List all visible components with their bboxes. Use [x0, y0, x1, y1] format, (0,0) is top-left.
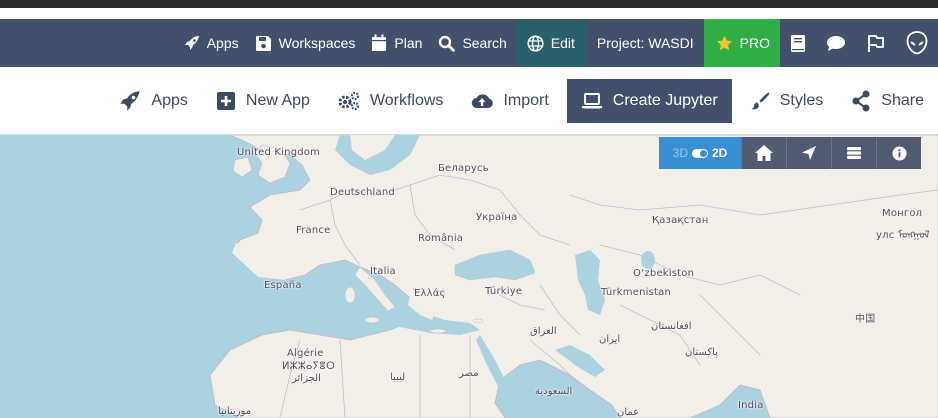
map-label-algeria: Algérie: [287, 348, 324, 359]
rocket-icon: [184, 36, 199, 50]
map-label-libya: ليبيا: [390, 372, 406, 383]
map-label-romania: România: [418, 233, 464, 244]
alien-avatar-icon: [906, 31, 928, 55]
map-label-mongolia: Монгол: [882, 208, 923, 219]
top-navbar: Apps Workspaces Plan Search Edit Project…: [0, 19, 938, 67]
toolbar-styles-button[interactable]: Styles: [736, 79, 838, 123]
map-label-mauritania: موريتانيا: [218, 406, 252, 417]
map-label-algeria-tifinagh: ⵍⵣⵣⴰⵢⴻⵔ: [282, 361, 336, 372]
globe-icon: [527, 34, 544, 52]
cloud-upload-icon: [472, 93, 494, 108]
laptop-icon: [581, 92, 602, 108]
map-label-italy: Italia: [370, 266, 396, 277]
toolbar-share-button[interactable]: Share: [837, 79, 938, 123]
map-label-mongolia-script: улс ᠮᠣᠩᠭᠣᠯ: [876, 230, 930, 241]
gears-icon: [338, 91, 360, 110]
toolbar-workflows-label: Workflows: [369, 91, 444, 109]
book-icon: [791, 34, 805, 52]
toolbar-apps-button[interactable]: Apps: [105, 79, 201, 123]
toolbar-import-label: Import: [503, 91, 549, 109]
map-view[interactable]: United Kingdom Deutschland Беларусь Fran…: [0, 135, 938, 418]
nav-workspaces-label: Workspaces: [278, 35, 356, 51]
nav-search-label: Search: [462, 35, 507, 51]
nav-user[interactable]: [896, 19, 938, 67]
map-label-pakistan: پاکستان: [685, 347, 718, 358]
search-icon: [439, 35, 456, 52]
plus-square-icon: [216, 91, 235, 110]
map-label-uk: United Kingdom: [237, 147, 321, 158]
map-label-ukraine: Україна: [476, 212, 518, 223]
toolbar-create-jupyter-button[interactable]: Create Jupyter: [566, 78, 732, 123]
save-icon: [255, 35, 271, 51]
map-layers-button[interactable]: [831, 137, 876, 169]
map-label-turkmenistan: Türkmenistan: [601, 287, 671, 298]
map-label-france: France: [296, 225, 331, 236]
share-icon: [852, 90, 870, 111]
nav-chat[interactable]: [816, 19, 856, 67]
map-2d-label: 2D: [712, 146, 728, 160]
map-locate-button[interactable]: [786, 137, 831, 169]
rocket-icon: [120, 90, 141, 111]
toolbar-new-app-label: New App: [245, 91, 310, 109]
layers-icon: [847, 147, 861, 159]
nav-workspaces[interactable]: Workspaces: [247, 19, 364, 67]
nav-feedback[interactable]: [856, 19, 896, 67]
map-label-greece: Ελλάς: [414, 288, 446, 299]
map-controls: 3D 2D: [659, 137, 921, 169]
location-arrow-icon: [802, 146, 816, 160]
toolbar-new-app-button[interactable]: New App: [202, 79, 324, 123]
map-3d-2d-toggle[interactable]: 3D 2D: [659, 137, 741, 169]
editor-toolbar: Apps New App Workflows Import Create Jup…: [0, 67, 938, 135]
nav-pro[interactable]: PRO: [703, 19, 780, 67]
nav-plan-label: Plan: [394, 35, 423, 51]
nav-edit-label: Edit: [550, 35, 575, 51]
map-label-spain: España: [264, 280, 302, 291]
nav-edit[interactable]: Edit: [514, 19, 587, 67]
map-label-kazakhstan: Қазақстан: [652, 215, 709, 226]
map-label-belarus: Беларусь: [438, 163, 489, 174]
map-label-oman: عمان: [617, 407, 640, 418]
nav-plan[interactable]: Plan: [363, 19, 430, 67]
map-label-saudi-arabia: السعودية: [535, 386, 573, 397]
nav-docs[interactable]: [780, 19, 816, 67]
info-icon: [892, 146, 906, 160]
map-label-india: India: [738, 400, 764, 411]
map-label-china: 中国: [855, 314, 876, 325]
map-home-button[interactable]: [741, 137, 786, 169]
map-label-afghanistan: افغانستان: [651, 321, 692, 332]
toolbar-create-jupyter-label: Create Jupyter: [612, 91, 718, 109]
map-label-egypt: مصر: [459, 368, 479, 379]
map-label-uzbekistan: O‘zbekiston: [633, 268, 695, 279]
nav-project[interactable]: Project: WASDI: [587, 19, 704, 67]
toolbar-workflows-button[interactable]: Workflows: [324, 79, 458, 123]
map-label-turkey: Türkiye: [485, 286, 523, 297]
toolbar-apps-label: Apps: [151, 91, 188, 109]
map-info-button[interactable]: [876, 137, 921, 169]
nav-pro-label: PRO: [739, 35, 770, 51]
map-label-germany: Deutschland: [330, 187, 395, 198]
chat-icon: [827, 35, 845, 51]
nav-apps[interactable]: Apps: [176, 19, 247, 67]
nav-project-label: Project: WASDI: [596, 35, 694, 51]
toolbar-import-button[interactable]: Import: [457, 79, 562, 123]
toolbar-styles-label: Styles: [779, 91, 824, 109]
toggle-switch-icon: [692, 148, 708, 158]
paint-brush-icon: [751, 92, 770, 109]
window-top-strip: [0, 0, 938, 20]
map-label-algeria-arabic: الجزائر: [292, 373, 321, 384]
map-3d-label: 3D: [672, 146, 688, 160]
calendar-icon: [372, 34, 387, 51]
home-icon: [755, 145, 773, 161]
flag-icon: [868, 35, 884, 52]
map-label-iraq: العراق: [530, 326, 557, 337]
nav-search[interactable]: Search: [430, 19, 514, 67]
toolbar-share-label: Share: [881, 91, 924, 109]
star-icon: [716, 35, 732, 51]
map-label-iran: ایران: [599, 334, 621, 345]
nav-apps-label: Apps: [206, 35, 239, 51]
